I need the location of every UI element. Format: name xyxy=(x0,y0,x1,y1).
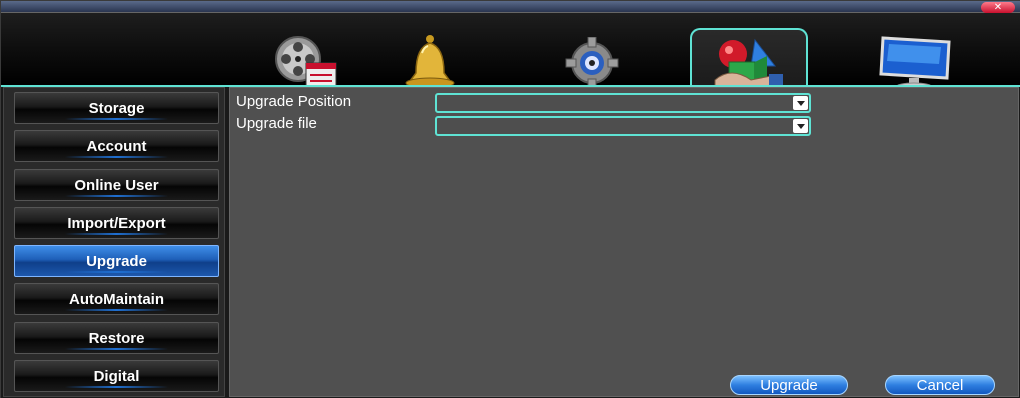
sidebar-item-account[interactable]: Account xyxy=(14,130,219,162)
sidebar-item-automaintain[interactable]: AutoMaintain xyxy=(14,283,219,315)
upgrade-panel: Upgrade Position Upgrade file Upgrade Ca… xyxy=(229,87,1019,397)
sidebar-item-upgrade[interactable]: Upgrade xyxy=(14,245,219,277)
sidebar-item-import-export[interactable]: Import/Export xyxy=(14,207,219,239)
close-icon: ✕ xyxy=(993,1,1003,13)
chevron-down-icon[interactable] xyxy=(793,119,808,133)
monitor-icon xyxy=(879,36,951,92)
sidebar-item-online-user[interactable]: Online User xyxy=(14,169,219,201)
close-button[interactable]: ✕ xyxy=(981,2,1015,13)
upgrade-position-label: Upgrade Position xyxy=(236,93,352,110)
upgrade-button[interactable]: Upgrade xyxy=(730,375,848,395)
sidebar-item-restore[interactable]: Restore xyxy=(14,322,219,354)
sidebar-item-digital[interactable]: Digital xyxy=(14,360,219,392)
chevron-down-icon[interactable] xyxy=(793,96,808,110)
film-reel-icon xyxy=(275,36,337,88)
upgrade-file-select[interactable] xyxy=(435,116,811,136)
sidebar-item-storage[interactable]: Storage xyxy=(14,92,219,124)
main-menu-bar xyxy=(1,13,1020,98)
upgrade-file-label: Upgrade file xyxy=(236,115,317,132)
system-tools-icon xyxy=(714,38,783,91)
sidebar: Storage Account Online User Import/Expor… xyxy=(3,87,225,397)
title-bar: ✕ xyxy=(1,1,1020,13)
gear-icon xyxy=(565,37,619,89)
upgrade-window: ✕ Storage Account Online User Import/Exp… xyxy=(0,0,1020,398)
cancel-button[interactable]: Cancel xyxy=(885,375,995,395)
upgrade-position-select[interactable] xyxy=(435,93,811,113)
bell-icon xyxy=(405,35,455,89)
